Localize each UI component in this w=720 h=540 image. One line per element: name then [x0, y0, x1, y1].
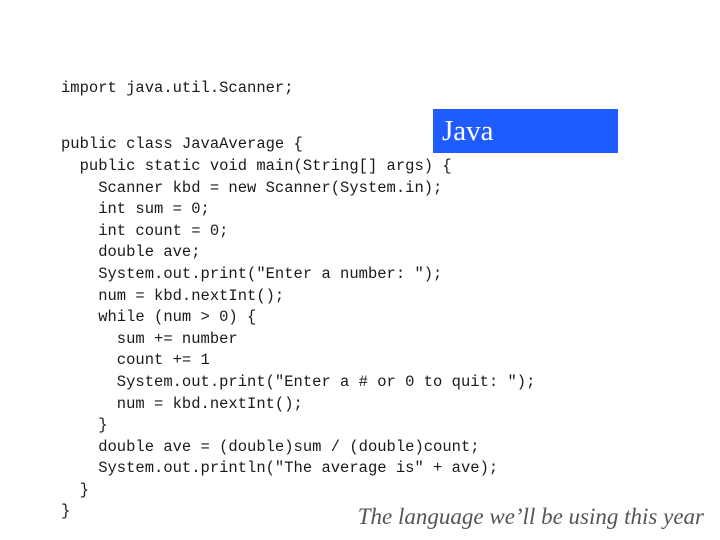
code-line: Scanner kbd = new Scanner(System.in); [61, 179, 443, 197]
code-line: } [61, 416, 108, 434]
code-line: public class JavaAverage { [61, 135, 303, 153]
slide: import java.util.Scanner; public class J… [0, 0, 720, 540]
code-line: int sum = 0; [61, 200, 210, 218]
code-line: double ave = (double)sum / (double)count… [61, 438, 480, 456]
code-line: num = kbd.nextInt(); [61, 287, 285, 305]
code-line: count += 1 [61, 351, 210, 369]
code-line: } [61, 481, 89, 499]
code-line: double ave; [61, 243, 201, 261]
code-line: System.out.println("The average is" + av… [61, 459, 499, 477]
code-line: while (num > 0) { [61, 308, 257, 326]
code-line: System.out.print("Enter a number: "); [61, 265, 443, 283]
code-line: } [61, 502, 71, 520]
code-block: import java.util.Scanner; public class J… [61, 0, 535, 520]
code-line: System.out.print("Enter a # or 0 to quit… [61, 373, 536, 391]
slide-title-box: Java [433, 109, 618, 153]
code-line: public static void main(String[] args) { [61, 157, 452, 175]
code-line: import java.util.Scanner; [61, 79, 294, 97]
code-line: sum += number [61, 330, 238, 348]
slide-caption: The language we’ll be using this year [357, 504, 704, 529]
code-line: num = kbd.nextInt(); [61, 395, 303, 413]
slide-title: Java [442, 115, 494, 147]
code-line: int count = 0; [61, 222, 229, 240]
